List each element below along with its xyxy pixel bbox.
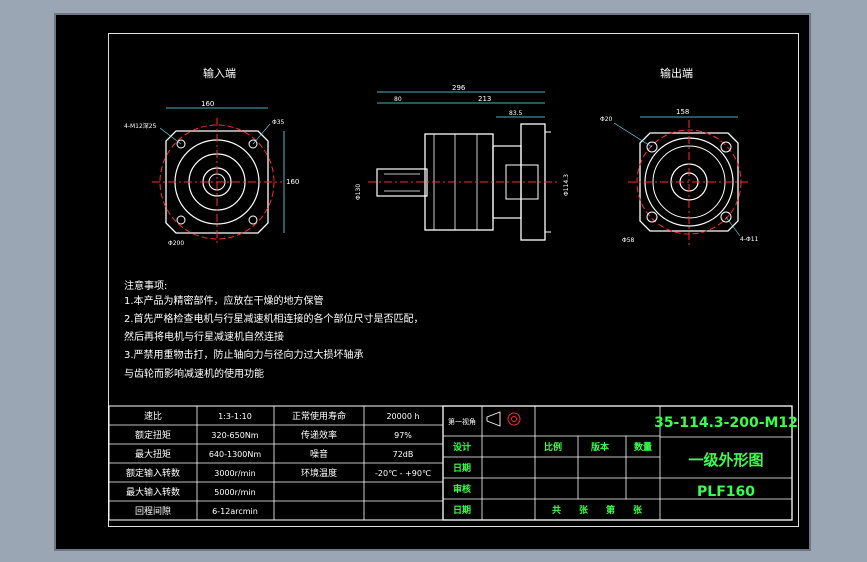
table-cell: 5000r/min [214, 488, 255, 497]
note-line: 1.本产品为精密部件，应放在干燥的地方保管 [124, 294, 324, 307]
table-cell: 额定扭矩 [135, 429, 171, 441]
table-cell: 噪音 [310, 448, 328, 460]
output-width-dim: 158 [676, 108, 689, 116]
table-cell: 额定输入转数 [126, 467, 180, 479]
table-cell: 320-650Nm [211, 431, 258, 440]
output-end-view: 输出端 158 Φ20 4-Φ11 Φ58 [600, 66, 759, 246]
input-bolt-hole [176, 215, 186, 225]
spec-table: 速比 1:3-1:10 正常使用寿命 20000 h 额定扭矩 320-650N… [108, 405, 444, 521]
leader-line [613, 122, 653, 148]
table-cell: -20℃ - +90℃ [375, 469, 431, 478]
scale-label: 比例 [544, 441, 562, 453]
output-pcd-callout: Φ58 [622, 237, 635, 244]
table-cell: 72dB [393, 450, 414, 459]
side-view: 296 213 80 83.5 Φ130 Φ114.3 [355, 84, 570, 241]
table-cell: 正常使用寿命 [292, 410, 346, 422]
table-cell: 最大输入转数 [126, 486, 180, 498]
input-bolt-hole [248, 215, 258, 225]
check-label: 审核 [453, 483, 471, 495]
output-bolt-hole [646, 211, 658, 223]
notes-title: 注意事项: [124, 279, 167, 292]
date-label: 日期 [453, 462, 471, 474]
flange-diameter-dim: Φ114.3 [563, 174, 570, 196]
table-cell: 20000 h [386, 412, 419, 421]
note-line: 与齿轮而影响减速机的使用功能 [124, 367, 264, 380]
body-length-dim: 213 [478, 95, 491, 103]
first-angle-projection-icon [486, 411, 521, 427]
drawing-name: 一级外形图 [688, 451, 763, 469]
drawing-canvas: 输入端 160 160 4-M12深25 Φ35 Φ200 296 213 80… [108, 66, 798, 521]
center-diameter-dim: Φ130 [355, 184, 362, 200]
output-hole-callout: Φ20 [600, 116, 613, 123]
total-length-dim: 296 [452, 84, 466, 92]
input-height-dim: 160 [286, 178, 299, 186]
table-cell: 3000r/min [214, 469, 255, 478]
left-length-dim: 80 [394, 96, 402, 103]
table-cell: 环境温度 [301, 467, 337, 479]
note-line: 然后再将电机与行星减速机自然连接 [124, 330, 284, 343]
date-label: 日期 [453, 504, 471, 516]
input-pcd-callout: Φ200 [168, 240, 184, 247]
input-view-label: 输入端 [203, 66, 236, 80]
projection-label: 第一视角 [448, 417, 476, 426]
output-bolt-hole [720, 141, 732, 153]
output-bolt-callout: 4-Φ11 [740, 236, 759, 243]
shaft-length-dim: 83.5 [509, 110, 523, 117]
note-line: 2.首先严格检查电机与行星减速机相连接的各个部位尺寸是否匹配， [124, 312, 424, 325]
table-cell: 6-12arcmin [212, 507, 258, 516]
table-cell: 最大扭矩 [135, 448, 171, 460]
input-width-dim: 160 [201, 100, 214, 108]
design-label: 设计 [453, 441, 471, 453]
output-view-label: 输出端 [660, 66, 693, 80]
title-block: 第一视角 35-114.3-200-M12 一级外形图 PLF160 设计 日期… [442, 405, 798, 521]
table-cell: 1:3-1:10 [218, 412, 252, 421]
drawing-model: PLF160 [697, 484, 755, 500]
table-cell: 97% [394, 431, 412, 440]
table-cell: 速比 [144, 410, 162, 422]
drawing-code: 35-114.3-200-M12 [654, 415, 798, 431]
input-end-view: 输入端 160 160 4-M12深25 Φ35 Φ200 [124, 66, 299, 247]
note-line: 3.严禁用重物击打，防止轴向力与径向力过大损坏轴承 [124, 348, 364, 361]
quantity-label: 数量 [634, 441, 652, 453]
input-bolt-callout: 4-M12深25 [124, 122, 157, 130]
sheets-label: 共 张 第 张 [552, 504, 643, 516]
notes-block: 注意事项: 1.本产品为精密部件，应放在干燥的地方保管 2.首先严格检查电机与行… [124, 279, 424, 380]
version-label: 版本 [590, 441, 610, 453]
table-cell: 回程间隙 [135, 505, 171, 517]
input-hole-callout: Φ35 [272, 119, 285, 126]
table-cell: 640-1300Nm [209, 450, 262, 459]
table-cell: 传递效率 [301, 429, 337, 441]
